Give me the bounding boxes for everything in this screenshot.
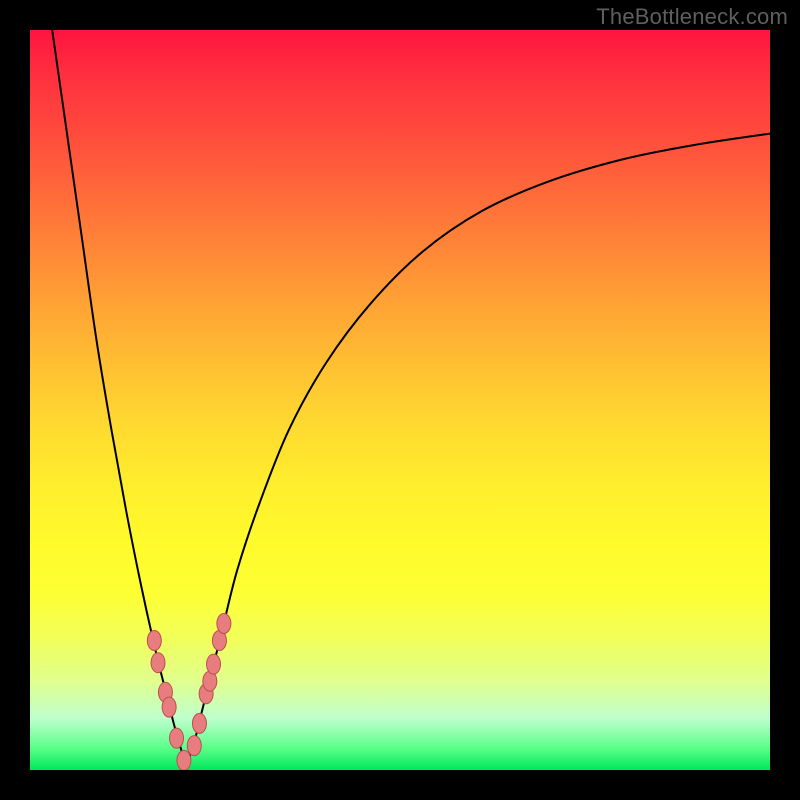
marker-point bbox=[192, 713, 206, 733]
plot-area bbox=[30, 30, 770, 770]
marker-group bbox=[147, 613, 231, 770]
marker-point bbox=[177, 750, 191, 770]
marker-point bbox=[170, 728, 184, 748]
outer-black-frame: TheBottleneck.com bbox=[0, 0, 800, 800]
marker-point bbox=[217, 613, 231, 633]
marker-point bbox=[151, 653, 165, 673]
marker-point bbox=[187, 736, 201, 756]
watermark-text: TheBottleneck.com bbox=[596, 4, 788, 30]
marker-point bbox=[162, 697, 176, 717]
chart-svg bbox=[30, 30, 770, 770]
curve-right-branch bbox=[185, 134, 770, 767]
marker-point bbox=[147, 631, 161, 651]
curve-left-branch bbox=[52, 30, 185, 766]
marker-point bbox=[207, 654, 221, 674]
